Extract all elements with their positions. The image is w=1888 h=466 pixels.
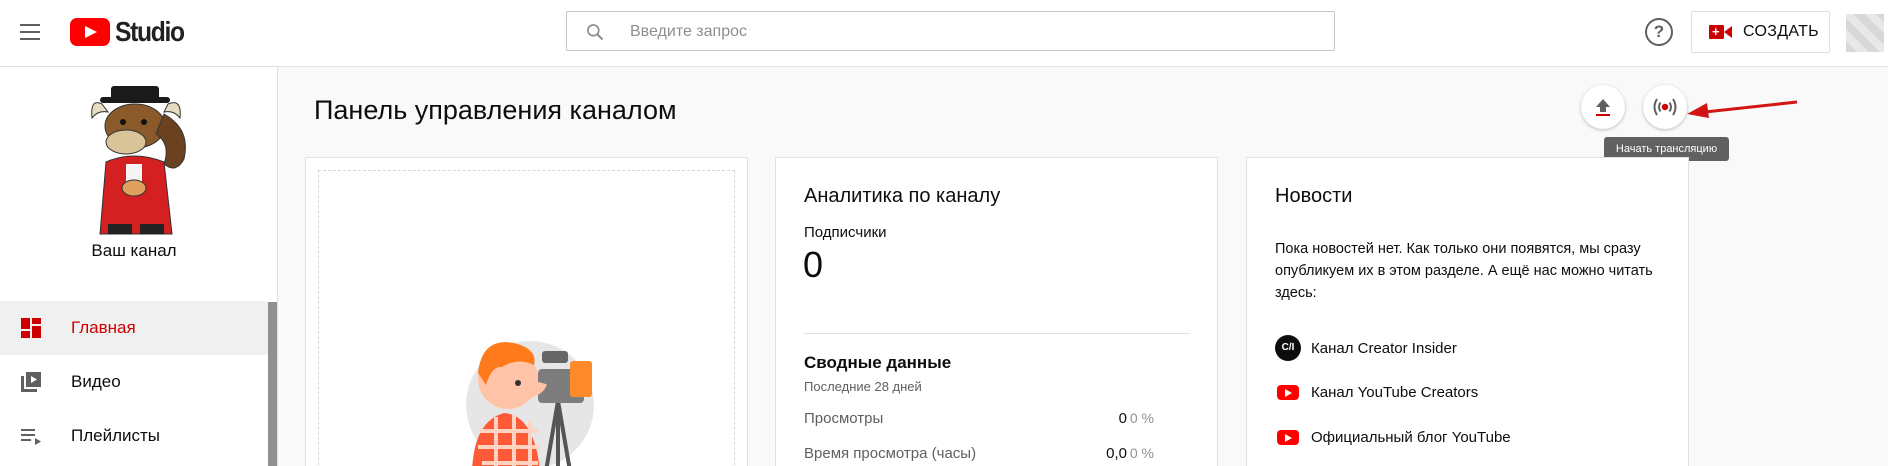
playlist-icon [21, 429, 41, 445]
upload-illustration [466, 341, 594, 466]
metric-change: 0 % [1129, 445, 1154, 461]
hamburger-menu-icon[interactable] [18, 21, 44, 43]
page-title: Панель управления каналом [314, 95, 677, 125]
youtube-icon [1275, 379, 1301, 405]
search-placeholder: Введите запрос [630, 23, 747, 40]
summary-title: Сводные данные [804, 353, 952, 372]
sidebar-scrollbar[interactable] [268, 302, 277, 466]
live-broadcast-icon [1653, 98, 1677, 116]
annotation-arrow [1687, 100, 1798, 118]
upload-icon [1596, 99, 1610, 116]
divider [804, 333, 1190, 334]
channel-name: Ваш канал [91, 241, 177, 260]
news-text: Пока новостей нет. Как только они появят… [1275, 241, 1653, 301]
help-icon[interactable]: ? [1645, 18, 1673, 46]
channel-avatar[interactable] [86, 84, 204, 236]
account-avatar[interactable] [1846, 14, 1884, 52]
youtube-studio-logo[interactable]: Studio [70, 16, 193, 47]
news-link-youtube-blog[interactable]: Официальный блог YouTube [1275, 423, 1655, 451]
youtube-icon [1275, 424, 1301, 450]
top-bar: Studio Введите запрос ? + СОЗДАТЬ [0, 0, 1888, 67]
search-icon [587, 24, 604, 41]
sidebar-item-videos[interactable]: Видео [0, 355, 268, 409]
metric-row: Просмотры 0 0 % [804, 410, 1154, 432]
metric-label: Просмотры [804, 410, 884, 427]
sidebar-item-playlists[interactable]: Плейлисты [0, 409, 268, 463]
summary-period: Последние 28 дней [804, 379, 922, 394]
create-button-label: СОЗДАТЬ [1743, 23, 1819, 40]
search-input[interactable]: Введите запрос [566, 11, 1335, 51]
dashboard-icon [21, 318, 41, 338]
news-link-label: Канал Creator Insider [1311, 339, 1457, 357]
subscribers-label: Подписчики [804, 224, 887, 241]
metric-value: 0 [1118, 410, 1127, 427]
news-link-label: Официальный блог YouTube [1311, 428, 1511, 446]
upload-video-button[interactable] [1581, 85, 1625, 129]
go-live-button[interactable] [1643, 85, 1687, 129]
creator-insider-icon: C/I [1275, 335, 1301, 361]
analytics-title: Аналитика по каналу [804, 185, 1001, 207]
news-card: Новости Пока новостей нет. Как только он… [1246, 157, 1689, 466]
news-title: Новости [1275, 185, 1353, 207]
create-button[interactable]: + СОЗДАТЬ [1691, 11, 1830, 53]
metric-change: 0 % [1129, 410, 1154, 426]
channel-analytics-card: Аналитика по каналу Подписчики 0 Сводные… [775, 157, 1218, 466]
sidebar-item-label: Главная [71, 318, 136, 337]
upload-drop-zone[interactable] [318, 170, 735, 466]
news-link-creator-insider[interactable]: C/I Канал Creator Insider [1275, 334, 1655, 362]
sidebar-item-dashboard[interactable]: Главная [0, 301, 268, 355]
sidebar-item-label: Видео [71, 372, 121, 391]
logo-text: Studio [115, 16, 185, 47]
video-library-icon [21, 372, 41, 392]
video-camera-add-icon: + [1709, 24, 1733, 40]
upload-card [305, 157, 748, 466]
news-link-label: Канал YouTube Creators [1311, 383, 1479, 401]
news-link-youtube-creators[interactable]: Канал YouTube Creators [1275, 378, 1655, 406]
sidebar: Ваш канал Главная Видео Плейлисты [0, 67, 278, 466]
sidebar-item-label: Плейлисты [71, 426, 161, 445]
metric-row: Время просмотра (часы) 0,0 0 % [804, 445, 1154, 466]
metric-label: Время просмотра (часы) [804, 445, 977, 462]
subscribers-value: 0 [803, 244, 824, 285]
metric-value: 0,0 [1106, 445, 1127, 462]
youtube-logo-icon [70, 18, 110, 46]
